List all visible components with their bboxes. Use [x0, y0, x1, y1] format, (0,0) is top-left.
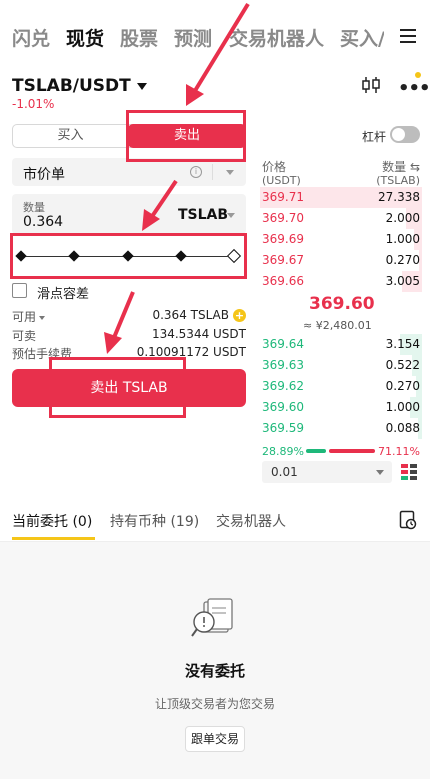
- divider: [212, 164, 213, 180]
- price-unit: (USDT): [262, 174, 301, 187]
- slippage-label: 滑点容差: [37, 287, 90, 302]
- qty-unit: (TSLAB): [376, 174, 420, 187]
- chevron-down-icon[interactable]: [39, 315, 46, 320]
- bid-price: 369.59: [262, 421, 304, 435]
- copy-trading-button[interactable]: 跟单交易: [185, 726, 245, 752]
- info-icon[interactable]: i: [190, 166, 202, 178]
- sell-ratio-bar: [329, 449, 375, 453]
- leverage-toggle[interactable]: [390, 126, 420, 143]
- top-nav: 闪兑 现货 股票 预测 交易机器人 买入/: [0, 0, 430, 78]
- available-value: 0.364 TSLAB: [152, 308, 229, 322]
- tab-bot-orders[interactable]: 交易机器人: [216, 511, 286, 531]
- bid-row[interactable]: 369.59 0.088: [260, 418, 422, 439]
- bid-price: 369.60: [262, 400, 304, 414]
- active-tab-indicator: [12, 537, 95, 540]
- quantity-unit[interactable]: TSLAB: [178, 207, 228, 223]
- buy-tab[interactable]: 买入: [13, 125, 128, 147]
- buy-ratio-bar: [306, 449, 326, 453]
- tab-open-orders[interactable]: 当前委托 (0): [12, 511, 92, 531]
- empty-orders-icon: [191, 598, 233, 637]
- tab-flash-swap[interactable]: 闪兑: [12, 24, 50, 51]
- order-type-label: 市价单: [23, 167, 65, 183]
- last-price-fiat: ≈ ¥2,480.01: [303, 319, 372, 332]
- tab-predict[interactable]: 预测: [174, 24, 212, 51]
- tab-spot[interactable]: 现货: [66, 24, 104, 51]
- annotation-box-sell-tab: [126, 110, 246, 162]
- more-options-icon[interactable]: •••: [398, 78, 430, 99]
- order-type-select[interactable]: 市价单 i: [12, 158, 246, 186]
- bid-qty: 1.000: [385, 400, 420, 414]
- bid-row[interactable]: 369.60 1.000: [260, 397, 422, 418]
- bid-qty: 0.270: [385, 379, 420, 393]
- ask-price: 369.67: [262, 253, 304, 267]
- slippage-checkbox[interactable]: [12, 283, 27, 298]
- ask-row[interactable]: 369.66 3.005: [260, 271, 422, 292]
- annotation-box-submit: [49, 357, 186, 418]
- chevron-down-icon: [227, 213, 235, 218]
- ask-price: 369.70: [262, 211, 304, 225]
- precision-select[interactable]: 0.01: [262, 461, 392, 483]
- ask-row[interactable]: 369.71 27.338: [260, 187, 422, 208]
- orderbook-layout-icon[interactable]: [400, 463, 418, 481]
- sellable-label: 可卖: [12, 329, 37, 343]
- bid-price: 369.62: [262, 379, 304, 393]
- ask-row[interactable]: 369.69 1.000: [260, 229, 422, 250]
- price-change: -1.01%: [12, 97, 55, 111]
- quantity-value[interactable]: 0.364: [23, 214, 63, 230]
- pair-selector[interactable]: TSLAB/USDT: [12, 76, 147, 96]
- last-price[interactable]: 369.60: [309, 294, 375, 314]
- quantity-label: 数量: [23, 201, 45, 214]
- bid-qty: 3.154: [385, 337, 420, 351]
- notification-dot: [415, 72, 421, 78]
- tab-holdings[interactable]: 持有币种 (19): [110, 511, 199, 531]
- empty-title: 没有委托: [184, 662, 245, 680]
- bid-price: 369.64: [262, 337, 304, 351]
- tab-stocks[interactable]: 股票: [120, 24, 158, 51]
- quantity-field[interactable]: 数量 0.364 TSLAB: [12, 194, 246, 234]
- add-funds-icon[interactable]: +: [233, 309, 246, 322]
- sell-ratio: 71.11%: [378, 445, 420, 458]
- price-header: 价格: [262, 160, 287, 174]
- annotation-box-slider: [10, 233, 247, 279]
- available-label: 可用: [12, 310, 37, 324]
- bid-row[interactable]: 369.62 0.270: [260, 376, 422, 397]
- ask-qty: 1.000: [385, 232, 420, 246]
- ask-qty: 3.005: [385, 274, 420, 288]
- chevron-down-icon: [376, 470, 384, 475]
- chevron-down-icon: [136, 82, 147, 90]
- tab-trading-bot[interactable]: 交易机器人: [229, 24, 324, 51]
- bid-price: 369.63: [262, 358, 304, 372]
- bid-row[interactable]: 369.63 0.522: [260, 355, 422, 376]
- ask-qty: 27.338: [378, 190, 420, 204]
- ask-price: 369.71: [262, 190, 304, 204]
- chevron-down-icon: [226, 170, 234, 175]
- pair-symbol: TSLAB/USDT: [12, 76, 131, 96]
- ask-price: 369.69: [262, 232, 304, 246]
- ask-row[interactable]: 369.67 0.270: [260, 250, 422, 271]
- candlestick-chart-icon[interactable]: [361, 76, 381, 94]
- ask-row[interactable]: 369.70 2.000: [260, 208, 422, 229]
- precision-value: 0.01: [271, 465, 298, 479]
- buy-ratio: 28.89%: [262, 445, 304, 458]
- order-history-icon[interactable]: [399, 510, 417, 530]
- empty-subtitle: 让顶级交易者为您交易: [154, 697, 275, 711]
- ask-price: 369.66: [262, 274, 304, 288]
- leverage-label: 杠杆: [362, 130, 387, 144]
- bid-qty: 0.522: [385, 358, 420, 372]
- bid-qty: 0.088: [385, 421, 420, 435]
- ask-qty: 2.000: [385, 211, 420, 225]
- qty-header[interactable]: 数量 ⇆: [382, 158, 420, 175]
- ask-qty: 0.270: [385, 253, 420, 267]
- bid-row[interactable]: 369.64 3.154: [260, 334, 422, 355]
- sellable-value: 134.5344 USDT: [151, 327, 246, 341]
- menu-icon[interactable]: [400, 29, 416, 43]
- tab-buy[interactable]: 买入/: [340, 24, 384, 51]
